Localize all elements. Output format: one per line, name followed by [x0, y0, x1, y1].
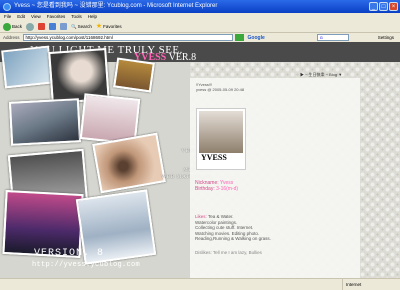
close-button[interactable]: × — [389, 2, 398, 11]
window-controls: _ □ × — [369, 2, 398, 11]
site-url[interactable]: http://yvess.ycublog.com — [32, 261, 140, 269]
security-zone: Internet — [342, 279, 400, 290]
birthday-blog-link[interactable]: ▶ ~ 生日快樂 ~ Blog ▼ — [300, 72, 342, 78]
internet-explorer-icon — [3, 3, 11, 11]
likes-item: Tea & Water. — [207, 214, 234, 219]
menu-file[interactable]: File — [4, 13, 11, 21]
dislikes-section: Dislikes: Tell me I am lazy, Bullies — [195, 250, 262, 255]
status-text — [0, 279, 342, 290]
menu-favorites[interactable]: Favorites — [47, 13, 66, 21]
forward-button[interactable] — [26, 22, 35, 31]
toolbar: Back 🔍 Search ★ Favorites — [0, 21, 400, 33]
google-search-input[interactable]: G — [316, 34, 349, 41]
collage-photo-crosses — [8, 98, 82, 146]
polaroid-caption: YVESS — [201, 153, 227, 162]
favorites-label: Favorites — [103, 24, 122, 29]
collage-photo-cafe — [113, 57, 155, 93]
search-label: Search — [77, 24, 92, 29]
profile-info: Nickname: Yvess Birthday: 3-16(m-d) — [195, 180, 238, 192]
google-toolbar-logo: Google — [247, 34, 265, 41]
back-label: Back — [12, 24, 23, 29]
favorites-star-icon: ★ — [95, 23, 103, 30]
menu-bar: File Edit View Favorites Tools Help — [0, 13, 400, 21]
window-title-bar: Yvess ~ 您是看到我吗 ~ 没错那里: Ycublog.com - Mic… — [0, 0, 400, 13]
address-bar: Address http://yvess.ycublog.com/post/11… — [0, 33, 400, 42]
profile-photo — [199, 111, 243, 153]
back-arrow-icon — [3, 22, 11, 31]
birthday-row: Birthday: 3-16(m-d) — [195, 186, 238, 192]
address-input[interactable]: http://yvess.ycublog.com/post/1168692.ht… — [22, 34, 233, 41]
refresh-icon[interactable] — [49, 23, 57, 30]
profile-polaroid: YVESS — [196, 108, 246, 170]
menu-edit[interactable]: Edit — [17, 13, 25, 21]
settings-button[interactable]: Settings — [378, 35, 394, 40]
go-button[interactable] — [234, 34, 244, 41]
minimize-button[interactable]: _ — [369, 2, 378, 11]
menu-view[interactable]: View — [31, 13, 41, 21]
likes-label: Likes: — [195, 214, 207, 219]
birthday-label: Birthday: — [195, 186, 215, 192]
favorites-button[interactable]: ★ Favorites — [96, 23, 122, 30]
likes-section: Likes: Tea & Water. Watercolor paintings… — [195, 214, 271, 242]
birthday-value: 3-16(m-d) — [214, 186, 239, 192]
home-icon[interactable] — [60, 23, 68, 30]
post-header: !!Yvess!!! yvess @ 2005-05-09 20:48 — [196, 82, 244, 92]
post-author-date: yvess @ 2005-05-09 20:48 — [196, 87, 245, 92]
maximize-button[interactable]: □ — [379, 2, 388, 11]
menu-tools[interactable]: Tools — [71, 13, 82, 21]
back-button[interactable]: Back — [3, 22, 23, 31]
menu-help[interactable]: Help — [88, 13, 97, 21]
search-button[interactable]: 🔍 Search — [71, 24, 92, 30]
collage-photo-sky — [1, 45, 53, 89]
version-label: VERSION. 8 — [34, 248, 105, 259]
web-page: YOU LIGHT ME TRULY SEE. YVESS VER.8 ABOU… — [0, 42, 400, 278]
address-label: Address — [3, 35, 20, 40]
search-icon: 🔍 — [71, 23, 77, 29]
stop-icon[interactable] — [38, 23, 46, 30]
version-suffix: VER.8 — [166, 52, 197, 63]
likes-item: Reading,Running & Walking on grass. — [195, 236, 271, 241]
window-title: Yvess ~ 您是看到我吗 ~ 没错那里: Ycublog.com - Mic… — [14, 3, 218, 9]
status-bar: Internet — [0, 278, 400, 290]
